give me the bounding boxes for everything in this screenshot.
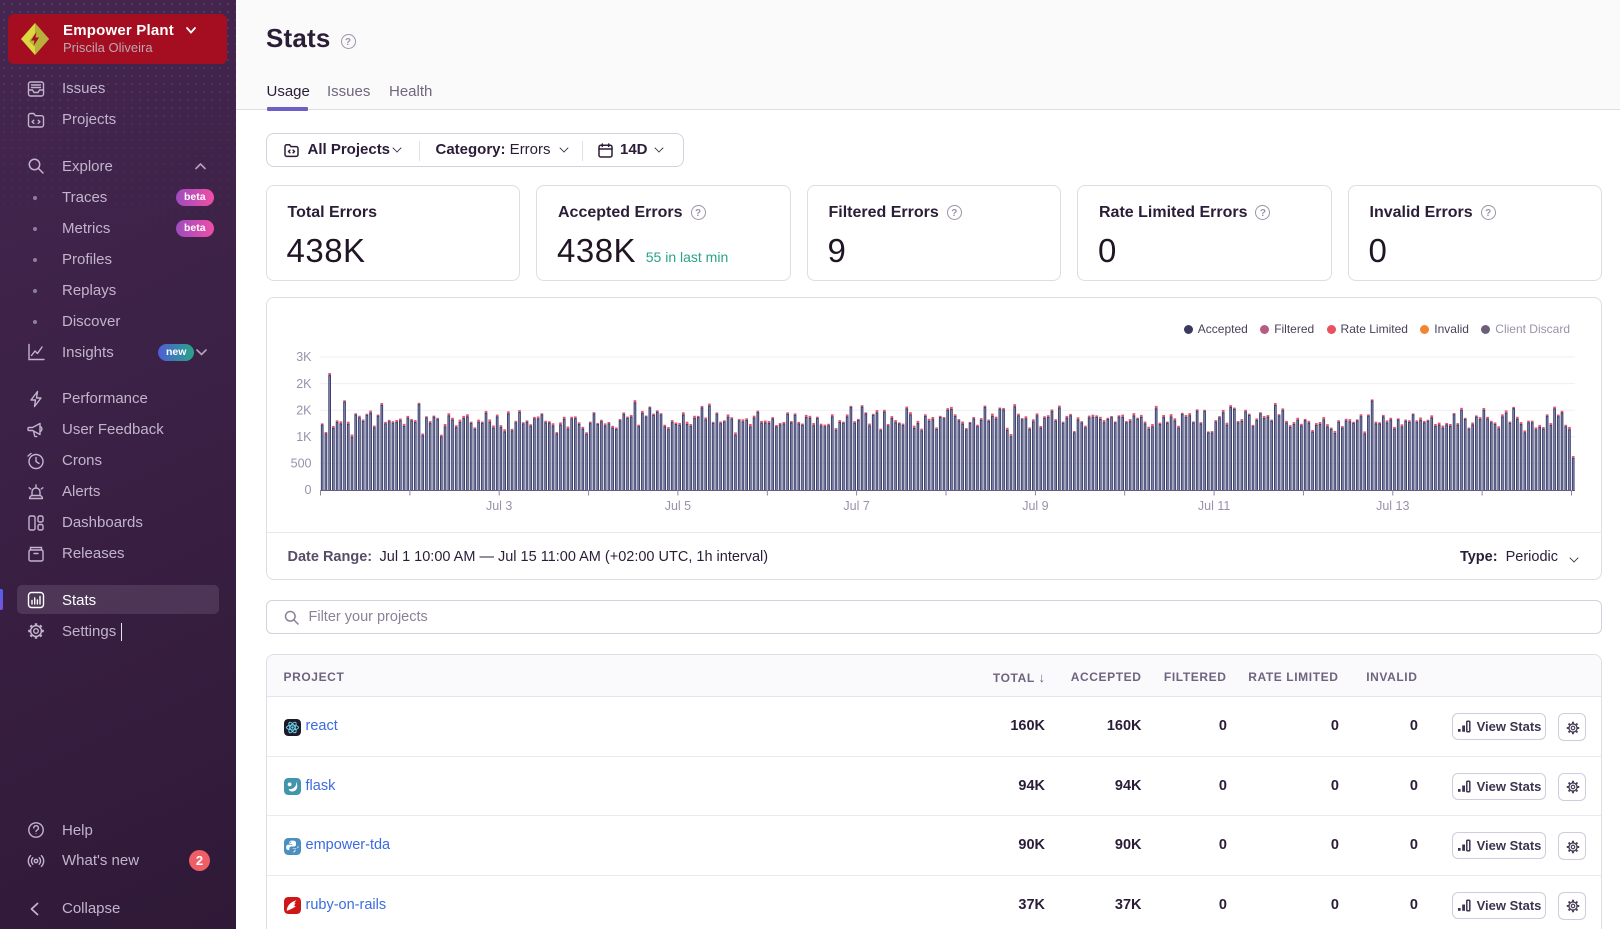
svg-text:Jul 7: Jul 7 (843, 499, 869, 513)
svg-text:500: 500 (290, 457, 311, 471)
svg-text:1K: 1K (296, 430, 312, 444)
svg-text:Jul 3: Jul 3 (485, 499, 511, 513)
svg-text:Jul 13: Jul 13 (1376, 499, 1409, 513)
svg-text:3K: 3K (296, 350, 312, 364)
svg-text:2K: 2K (296, 377, 312, 391)
svg-text:0: 0 (304, 483, 311, 497)
svg-text:Jul 5: Jul 5 (664, 499, 690, 513)
svg-text:2K: 2K (296, 403, 312, 417)
svg-text:Jul 11: Jul 11 (1197, 499, 1229, 513)
svg-text:Jul 9: Jul 9 (1022, 499, 1048, 513)
